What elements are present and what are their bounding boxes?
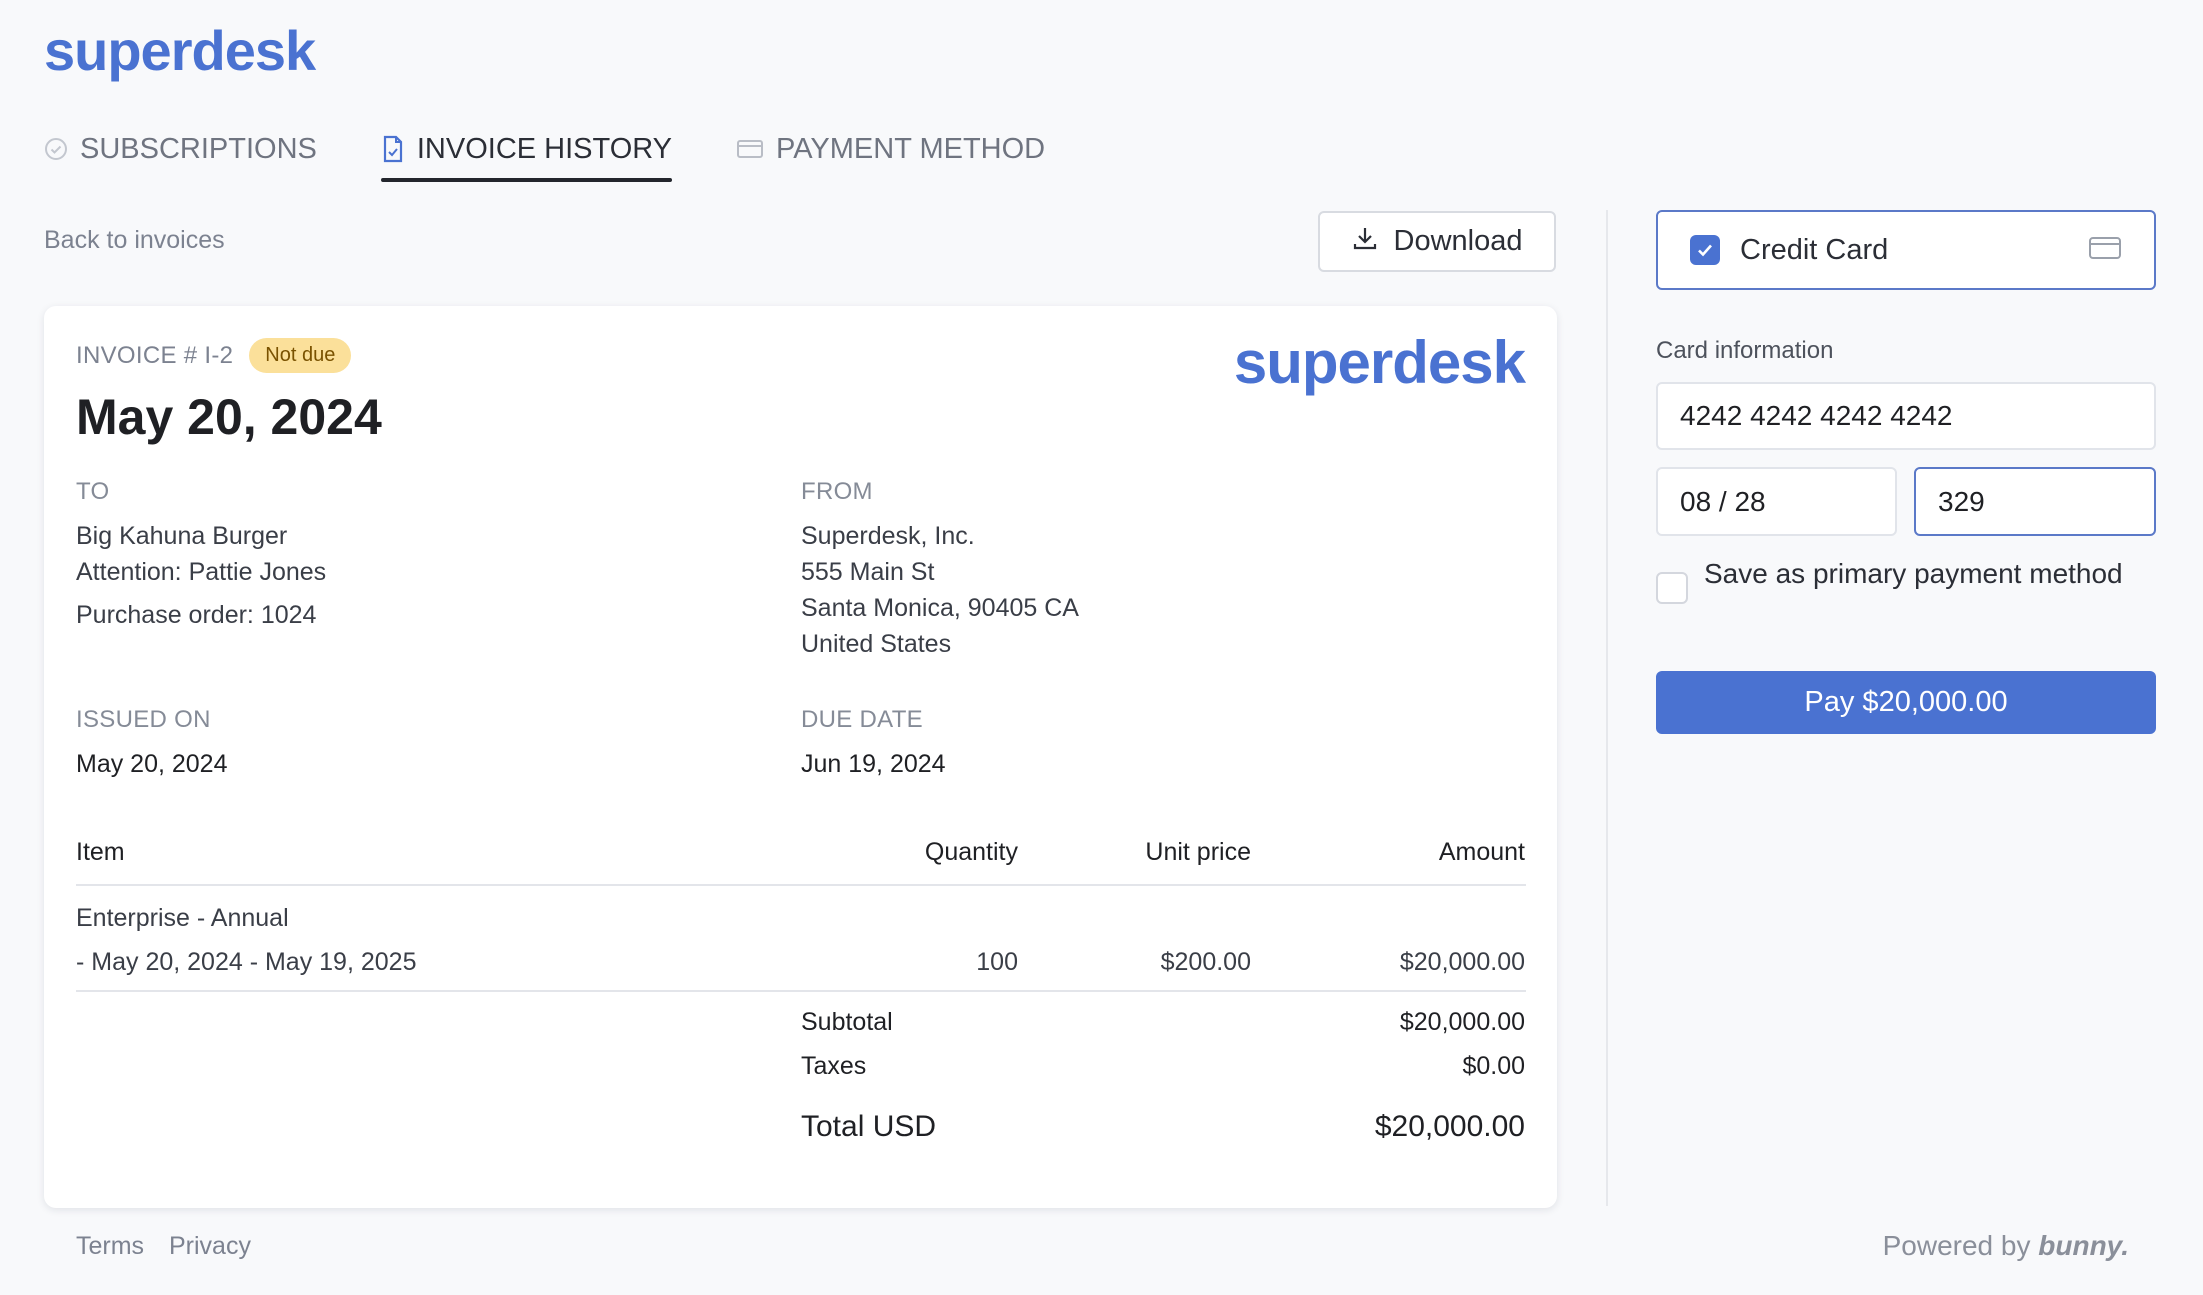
subtotal-label: Subtotal [801,1008,893,1036]
powered-by[interactable]: Powered by bunny. [1883,1230,2129,1262]
status-badge: Not due [249,338,352,373]
method-label: Credit Card [1740,233,1889,266]
column-header-amount: Amount [1438,838,1525,866]
due-date-label: DUE DATE [801,706,923,733]
save-primary-checkbox[interactable] [1656,572,1688,604]
to-label: TO [76,478,110,505]
from-line: United States [801,630,952,658]
card-information-label: Card information [1656,337,1834,364]
download-button[interactable]: Download [1318,211,1556,272]
invoice-logo: superdesk [1233,329,1526,396]
taxes-label: Taxes [801,1052,867,1080]
card-number-input[interactable]: 4242 4242 4242 4242 [1656,382,2156,450]
tab-subscriptions[interactable]: SUBSCRIPTIONS [44,118,317,180]
due-date-value: Jun 19, 2024 [801,750,946,778]
from-line: 555 Main St [801,558,935,586]
tab-label: PAYMENT METHOD [776,132,1046,165]
back-to-invoices-link[interactable]: Back to invoices [44,226,225,255]
from-line: Santa Monica, 90405 CA [801,594,1079,622]
column-header-item: Item [76,838,125,866]
item-period: - May 20, 2024 - May 19, 2025 [76,948,417,976]
invoice-card: INVOICE # I-2 Not due superdesk May 20, … [44,306,1557,1208]
divider [76,990,1526,992]
invoice-icon [381,135,405,163]
payment-method-credit-card[interactable]: Credit Card [1656,210,2156,290]
tab-bar: SUBSCRIPTIONS INVOICE HISTORY PAYMENT ME… [44,118,1109,182]
powered-prefix: Powered by [1882,1230,2031,1261]
download-label: Download [1393,225,1523,257]
pay-button[interactable]: Pay $20,000.00 [1656,671,2156,734]
column-header-unit-price: Unit price [1145,838,1251,866]
column-header-quantity: Quantity [924,838,1018,866]
item-name: Enterprise - Annual [76,904,289,932]
download-icon [1352,225,1378,259]
invoice-number: INVOICE # I-2 [76,341,234,369]
tab-payment-method[interactable]: PAYMENT METHOD [736,118,1045,180]
method-checkbox[interactable] [1690,235,1720,265]
item-quantity: 100 [976,948,1018,976]
app-logo: superdesk [44,19,316,82]
expiry-input[interactable]: 08 / 28 [1656,467,1897,536]
from-line: Superdesk, Inc. [801,522,975,550]
tab-invoice-history[interactable]: INVOICE HISTORY [380,118,673,182]
to-name: Big Kahuna Burger [76,522,288,550]
save-primary-label[interactable]: Save as primary payment method [1704,558,2124,590]
check-circle-icon [44,137,68,161]
divider [76,884,1526,886]
invoice-date: May 20, 2024 [76,389,382,445]
to-attention: Attention: Pattie Jones [76,558,327,586]
tab-label: INVOICE HISTORY [416,132,673,165]
credit-card-icon [736,138,764,160]
item-unit-price: $200.00 [1160,948,1251,976]
from-label: FROM [801,478,873,505]
credit-card-icon [2088,235,2122,266]
purchase-order: Purchase order: 1024 [76,601,317,629]
privacy-link[interactable]: Privacy [169,1232,251,1261]
cvc-input[interactable]: 329 [1914,467,2156,536]
issued-on-value: May 20, 2024 [76,750,228,778]
subtotal-value: $20,000.00 [1399,1008,1525,1036]
issued-on-label: ISSUED ON [76,706,211,733]
taxes-value: $0.00 [1462,1052,1525,1080]
total-label: Total USD [801,1110,937,1143]
invoice-header: INVOICE # I-2 Not due [76,338,352,373]
terms-link[interactable]: Terms [76,1232,144,1261]
tab-label: SUBSCRIPTIONS [80,132,317,165]
item-amount: $20,000.00 [1399,948,1525,976]
total-value: $20,000.00 [1374,1110,1525,1143]
bunny-logo: bunny. [2038,1230,2129,1261]
panel-divider [1606,210,1608,1206]
